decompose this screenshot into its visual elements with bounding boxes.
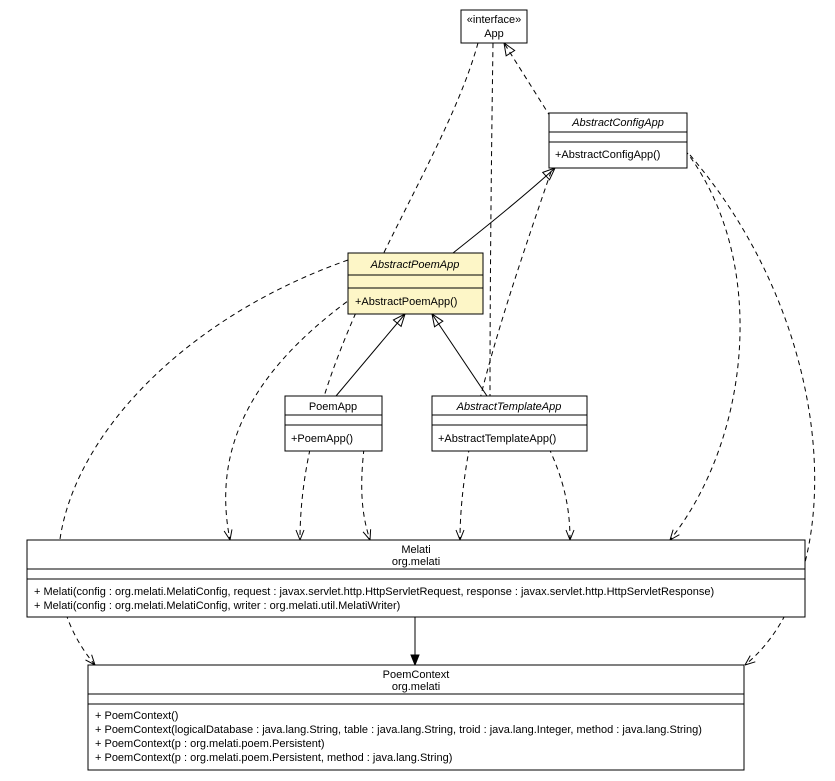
abstracttemplateapp-name: AbstractTemplateApp [456, 401, 562, 413]
poemcontext-m4: + PoemContext(p : org.melati.poem.Persis… [95, 752, 452, 764]
app-name: App [484, 28, 504, 40]
poemcontext-name: PoemContext [383, 669, 450, 681]
edge-abstractconfigapp-melati-right [670, 150, 740, 540]
abstractconfigapp-ctor: +AbstractConfigApp() [555, 149, 660, 161]
edge-app-abstracttemplateapp-side [490, 43, 493, 396]
abstractconfigapp-name: AbstractConfigApp [571, 117, 664, 129]
class-abstracttemplateapp: AbstractTemplateApp +AbstractTemplateApp… [432, 396, 587, 451]
abstracttemplateapp-ctor: +AbstractTemplateApp() [438, 433, 556, 445]
class-melati: Melati org.melati + Melati(config : org.… [27, 540, 805, 617]
poemapp-name: PoemApp [309, 401, 357, 413]
edge-abstractpoemapp-abstractconfigapp [453, 168, 555, 253]
abstractpoemapp-name: AbstractPoemApp [370, 259, 460, 271]
edge-abstracttemplateapp-melati [545, 440, 570, 540]
poemcontext-m1: + PoemContext() [95, 710, 178, 722]
edge-abstracttemplateapp-abstractpoemapp [432, 314, 487, 396]
edge-poemapp-melati [362, 440, 370, 540]
app-stereotype: «interface» [467, 14, 521, 26]
class-abstractconfigapp: AbstractConfigApp +AbstractConfigApp() [549, 113, 687, 168]
edge-abstractconfigapp-melati [460, 163, 554, 540]
class-poemcontext: PoemContext org.melati + PoemContext() +… [88, 665, 744, 770]
poemcontext-m3: + PoemContext(p : org.melati.poem.Persis… [95, 738, 325, 750]
class-abstractpoemapp: AbstractPoemApp +AbstractPoemApp() [348, 253, 483, 314]
poemapp-ctor: +PoemApp() [291, 433, 353, 445]
melati-m2: + Melati(config : org.melati.MelatiConfi… [34, 600, 400, 612]
class-app: «interface» App [461, 10, 527, 43]
melati-name: Melati [401, 544, 430, 556]
melati-pkg: org.melati [392, 556, 440, 568]
poemcontext-m2: + PoemContext(logicalDatabase : java.lan… [95, 724, 702, 736]
melati-m1: + Melati(config : org.melati.MelatiConfi… [34, 586, 714, 598]
poemcontext-pkg: org.melati [392, 681, 440, 693]
class-poemapp: PoemApp +PoemApp() [285, 396, 382, 451]
abstractpoemapp-ctor: +AbstractPoemApp() [355, 296, 457, 308]
edge-poemapp-abstractpoemapp [336, 314, 405, 396]
